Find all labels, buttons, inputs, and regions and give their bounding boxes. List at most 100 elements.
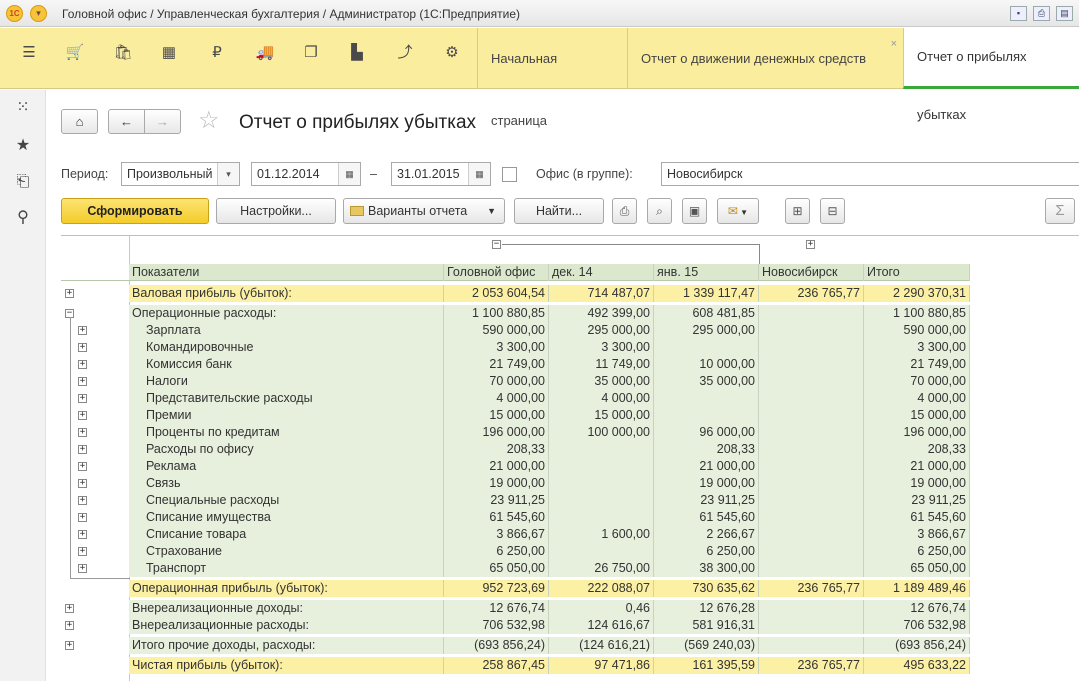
- expand-row-icon[interactable]: +: [65, 289, 74, 298]
- table-cell: 6 250,00: [864, 543, 970, 560]
- table-cell: 0,46: [549, 600, 654, 617]
- table-row: Внереализационные расходы: 706 532,98 124 …: [129, 617, 970, 634]
- expand-row-icon[interactable]: +: [78, 445, 87, 454]
- tab-2[interactable]: Отчет о прибылях убытках: [903, 28, 1079, 122]
- ruble-icon[interactable]: ₽: [206, 42, 228, 64]
- menu-icon[interactable]: ☰: [18, 42, 40, 64]
- office-group-checkbox[interactable]: [502, 167, 517, 182]
- close-icon[interactable]: ×: [891, 38, 897, 50]
- home-button[interactable]: ⌂: [61, 109, 98, 134]
- generate-button[interactable]: Сформировать: [61, 198, 209, 224]
- expand-row-icon[interactable]: +: [78, 530, 87, 539]
- table-cell: [654, 390, 759, 407]
- expand-row-icon[interactable]: +: [78, 462, 87, 471]
- chevron-down-icon[interactable]: ▾: [217, 163, 239, 185]
- calendar-icon[interactable]: ▦: [338, 163, 360, 185]
- table-cell: [759, 458, 864, 475]
- row-label: Премии: [129, 407, 444, 424]
- email-icon[interactable]: ✉ ▼: [717, 198, 759, 224]
- table-cell: 706 532,98: [444, 617, 549, 634]
- expand-row-icon[interactable]: +: [78, 547, 87, 556]
- date-from-field[interactable]: 01.12.2014 ▦: [251, 162, 361, 186]
- table-row: Налоги 70 000,00 35 000,00 35 000,00 70 000,…: [129, 373, 970, 390]
- expand-row-icon[interactable]: +: [78, 343, 87, 352]
- documents-icon[interactable]: ❐: [300, 42, 322, 64]
- table-cell: 295 000,00: [654, 322, 759, 339]
- table-cell: 70 000,00: [444, 373, 549, 390]
- table-cell: 21 749,00: [864, 356, 970, 373]
- expand-row-icon[interactable]: +: [78, 360, 87, 369]
- table-cell: 222 088,07: [549, 580, 654, 597]
- table-cell: 65 050,00: [444, 560, 549, 577]
- expand-column-group-icon[interactable]: +: [806, 240, 815, 249]
- table-row: Представительские расходы 4 000,00 4 000,0…: [129, 390, 970, 407]
- expand-row-icon[interactable]: +: [78, 496, 87, 505]
- truck-icon[interactable]: 🚚: [254, 42, 276, 64]
- main-menu-icon[interactable]: ▾: [30, 5, 47, 22]
- expand-row-icon[interactable]: +: [78, 564, 87, 573]
- calendar-icon[interactable]: ▦: [468, 163, 490, 185]
- table-cell: (693 856,24): [864, 637, 970, 654]
- expand-row-icon[interactable]: +: [78, 411, 87, 420]
- table-cell: 3 866,67: [864, 526, 970, 543]
- bag-icon[interactable]: 🛍: [112, 42, 134, 64]
- expand-row-icon[interactable]: +: [78, 513, 87, 522]
- forward-button[interactable]: →: [144, 109, 181, 134]
- preview-icon[interactable]: ⌕: [647, 198, 672, 224]
- table-cell: [759, 356, 864, 373]
- favorites-icon[interactable]: ★: [12, 135, 34, 157]
- row-label: Внереализационные доходы:: [129, 600, 444, 617]
- table-cell: 208,33: [864, 441, 970, 458]
- trend-icon[interactable]: ⤴: [394, 42, 416, 64]
- row-label: Транспорт: [129, 560, 444, 577]
- table-cell: 208,33: [654, 441, 759, 458]
- grid-icon[interactable]: ▦: [158, 42, 180, 64]
- expand-row-icon[interactable]: +: [78, 377, 87, 386]
- settings-button[interactable]: Настройки...: [216, 198, 336, 224]
- collapse-column-group-icon[interactable]: −: [492, 240, 501, 249]
- favorite-star-icon[interactable]: ☆: [198, 108, 220, 134]
- find-button[interactable]: Найти...: [514, 198, 604, 224]
- sections-panel: ☰ 🛒 🛍 ▦ ₽ 🚚 ❐ ▙ ⤴ ⚙ Начальная страница Отчет о движ…: [0, 28, 1079, 128]
- column-header: Показатели: [129, 263, 444, 281]
- tab-0[interactable]: Начальная страница: [477, 28, 627, 128]
- expand-row-icon[interactable]: +: [65, 641, 74, 650]
- expand-row-icon[interactable]: +: [78, 326, 87, 335]
- table-cell: 97 471,86: [549, 657, 654, 674]
- app-logo[interactable]: 1C: [6, 5, 23, 22]
- collapse-groups-icon[interactable]: ⊟: [820, 198, 845, 224]
- table-cell: [549, 441, 654, 458]
- tab-1[interactable]: Отчет о движении денежных средств ×: [627, 28, 903, 89]
- cart-icon[interactable]: 🛒: [64, 42, 86, 64]
- expand-row-icon[interactable]: +: [78, 428, 87, 437]
- print-window-icon[interactable]: ⎙: [1033, 6, 1050, 21]
- expand-row-icon[interactable]: +: [65, 621, 74, 630]
- table-cell: [759, 305, 864, 322]
- expand-row-icon[interactable]: +: [65, 604, 74, 613]
- back-button[interactable]: ←: [108, 109, 145, 134]
- report-variants-button[interactable]: Варианты отчета ▼: [343, 198, 505, 224]
- apps-icon[interactable]: ⁙: [12, 97, 34, 119]
- sum-icon[interactable]: Σ: [1045, 198, 1075, 224]
- gear-icon[interactable]: ⚙: [441, 42, 463, 64]
- table-cell: [759, 600, 864, 617]
- print-icon[interactable]: ⎙: [612, 198, 637, 224]
- expand-groups-icon[interactable]: ⊞: [785, 198, 810, 224]
- office-field[interactable]: Новосибирск: [661, 162, 1079, 186]
- date-to-field[interactable]: 31.01.2015 ▦: [391, 162, 491, 186]
- save-icon[interactable]: ▣: [682, 198, 707, 224]
- table-cell: (569 240,03): [654, 637, 759, 654]
- row-label: Операционные расходы:: [129, 305, 444, 322]
- history-icon[interactable]: ⎗: [12, 171, 34, 193]
- table-cell: 4 000,00: [549, 390, 654, 407]
- period-type-select[interactable]: Произвольный ▾: [121, 162, 240, 186]
- table-row: Командировочные 3 300,00 3 300,00 3 300,00: [129, 339, 970, 356]
- grid-window-icon[interactable]: ▤: [1056, 6, 1073, 21]
- expand-row-icon[interactable]: +: [78, 394, 87, 403]
- bar-chart-icon[interactable]: ▙: [346, 42, 368, 64]
- table-cell: (693 856,24): [444, 637, 549, 654]
- save-window-icon[interactable]: ▪: [1010, 6, 1027, 21]
- tools-panel: ⁙ ★ ⎗ ⚲: [0, 90, 46, 681]
- expand-row-icon[interactable]: +: [78, 479, 87, 488]
- search-icon[interactable]: ⚲: [12, 207, 34, 229]
